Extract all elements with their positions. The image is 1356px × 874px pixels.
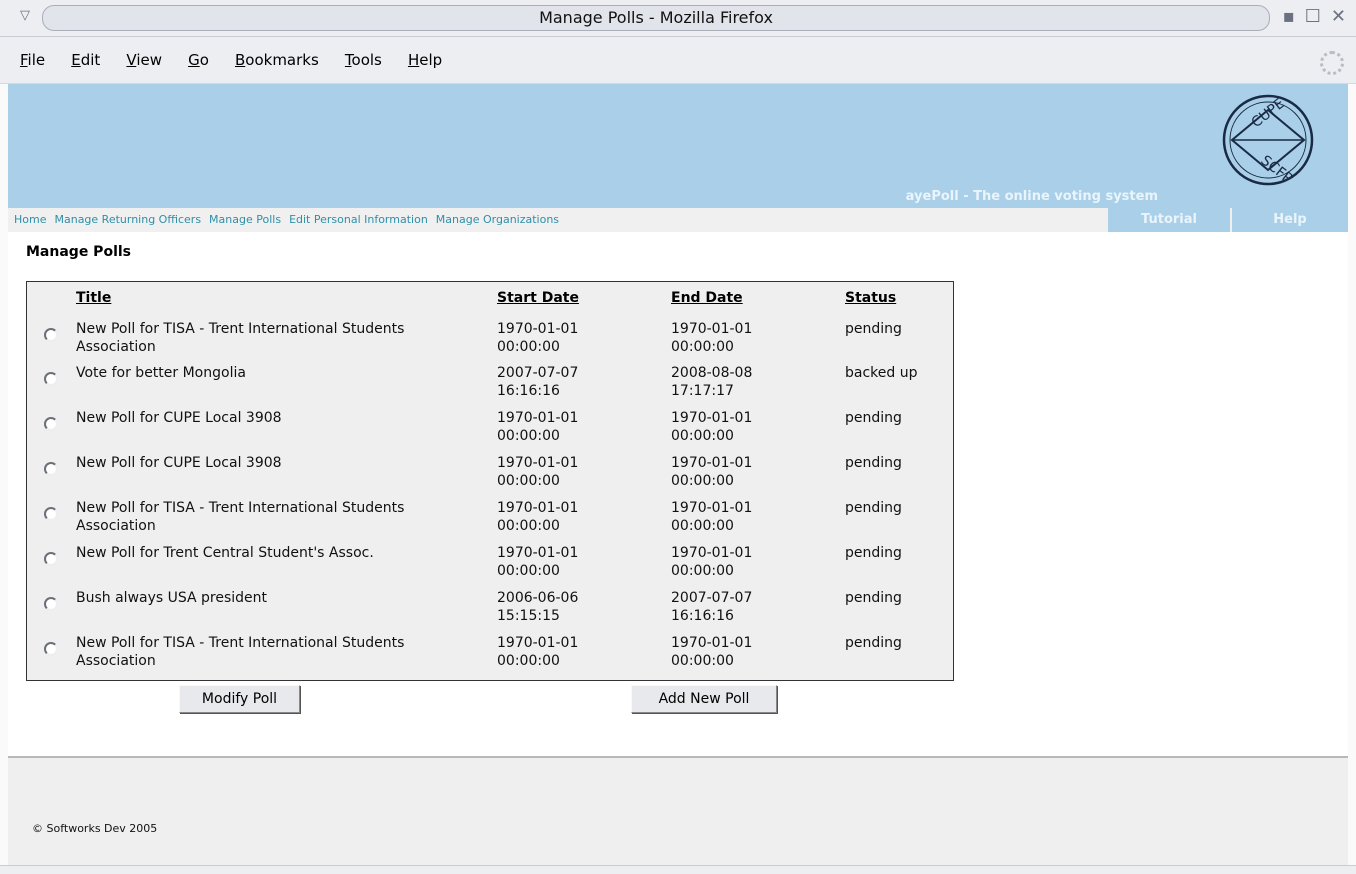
menu-bookmarks[interactable]: Bookmarks: [235, 37, 319, 83]
throbber-icon: [1320, 51, 1344, 75]
menubar: File Edit View Go Bookmarks Tools Help: [0, 37, 1356, 84]
page-title: Manage Polls: [26, 244, 131, 260]
minimize-icon[interactable]: ▪: [1283, 6, 1299, 27]
window-border-right: [1348, 84, 1356, 865]
poll-start-date: 1970-01-01 00:00:00: [497, 635, 579, 669]
poll-title: Vote for better Mongolia: [76, 365, 246, 381]
poll-status: pending: [845, 500, 902, 516]
table-row[interactable]: New Poll for CUPE Local 3908 1970-01-01 0…: [27, 409, 953, 453]
poll-title: New Poll for TISA - Trent International …: [76, 635, 405, 669]
poll-start-date: 1970-01-01 00:00:00: [497, 545, 579, 579]
site-tagline: ayePoll - The online voting system: [905, 189, 1158, 204]
table-row[interactable]: Bush always USA president 2006-06-06 15:1…: [27, 589, 953, 633]
poll-radio[interactable]: [44, 552, 58, 566]
table-row[interactable]: New Poll for CUPE Local 3908 1970-01-01 0…: [27, 454, 953, 498]
table-row[interactable]: Vote for better Mongolia 2007-07-07 16:16…: [27, 364, 953, 408]
poll-title: New Poll for Trent Central Student's Ass…: [76, 545, 374, 561]
poll-radio[interactable]: [44, 642, 58, 656]
poll-end-date: 1970-01-01 00:00:00: [671, 410, 753, 444]
poll-radio[interactable]: [44, 417, 58, 431]
poll-status: pending: [845, 410, 902, 426]
poll-title: New Poll for TISA - Trent International …: [76, 321, 405, 355]
maximize-icon[interactable]: ☐: [1305, 6, 1325, 27]
poll-status: pending: [845, 635, 902, 651]
page-header: CUPE SCFP ayePoll - The online voting sy…: [8, 84, 1348, 208]
page-footer: © Softworks Dev 2005: [8, 758, 1348, 865]
column-header-start-date[interactable]: Start Date: [497, 290, 579, 306]
poll-radio[interactable]: [44, 597, 58, 611]
window-titlebar: ▽ Manage Polls - Mozilla Firefox ▪ ☐ ✕: [0, 0, 1356, 37]
poll-start-date: 1970-01-01 00:00:00: [497, 500, 579, 534]
window-controls: ▪ ☐ ✕: [1277, 6, 1350, 27]
menu-help[interactable]: Help: [408, 37, 442, 83]
poll-status: pending: [845, 321, 902, 337]
column-header-title[interactable]: Title: [76, 290, 111, 306]
polls-table: Title Start Date End Date Status New Pol…: [26, 281, 954, 681]
poll-status: pending: [845, 545, 902, 561]
poll-start-date: 2007-07-07 16:16:16: [497, 365, 579, 399]
add-new-poll-button[interactable]: Add New Poll: [631, 685, 777, 713]
window-title: Manage Polls - Mozilla Firefox: [42, 5, 1270, 31]
poll-status: backed up: [845, 365, 918, 381]
table-row[interactable]: New Poll for TISA - Trent International …: [27, 634, 953, 678]
copyright-text: © Softworks Dev 2005: [32, 822, 158, 835]
tab-tutorial[interactable]: Tutorial: [1108, 208, 1230, 232]
poll-start-date: 2006-06-06 15:15:15: [497, 590, 579, 624]
poll-start-date: 1970-01-01 00:00:00: [497, 455, 579, 489]
menu-view[interactable]: View: [126, 37, 162, 83]
site-navbar: Home Manage Returning Officers Manage Poll…: [8, 208, 1348, 232]
menu-file[interactable]: File: [20, 37, 45, 83]
poll-status: pending: [845, 590, 902, 606]
menu-tools[interactable]: Tools: [345, 37, 382, 83]
nav-edit-personal-information[interactable]: Edit Personal Information: [289, 208, 428, 232]
poll-end-date: 1970-01-01 00:00:00: [671, 635, 753, 669]
poll-radio[interactable]: [44, 328, 58, 342]
column-header-end-date[interactable]: End Date: [671, 290, 743, 306]
nav-home[interactable]: Home: [14, 208, 46, 232]
nav-manage-organizations[interactable]: Manage Organizations: [436, 208, 559, 232]
poll-end-date: 2008-08-08 17:17:17: [671, 365, 753, 399]
poll-end-date: 1970-01-01 00:00:00: [671, 321, 753, 355]
tab-help[interactable]: Help: [1232, 208, 1348, 232]
poll-title: New Poll for CUPE Local 3908: [76, 410, 282, 426]
poll-title: Bush always USA president: [76, 590, 268, 606]
close-icon[interactable]: ✕: [1331, 6, 1350, 27]
nav-manage-returning-officers[interactable]: Manage Returning Officers: [54, 208, 201, 232]
table-row[interactable]: New Poll for TISA - Trent International …: [27, 499, 953, 543]
poll-title: New Poll for TISA - Trent International …: [76, 500, 405, 534]
menu-edit[interactable]: Edit: [71, 37, 100, 83]
cupe-logo: CUPE SCFP: [1222, 94, 1314, 186]
poll-radio[interactable]: [44, 507, 58, 521]
poll-start-date: 1970-01-01 00:00:00: [497, 410, 579, 444]
poll-end-date: 1970-01-01 00:00:00: [671, 455, 753, 489]
poll-start-date: 1970-01-01 00:00:00: [497, 321, 579, 355]
column-header-status[interactable]: Status: [845, 290, 896, 306]
poll-end-date: 1970-01-01 00:00:00: [671, 500, 753, 534]
poll-radio[interactable]: [44, 372, 58, 386]
nav-manage-polls[interactable]: Manage Polls: [209, 208, 281, 232]
poll-radio[interactable]: [44, 462, 58, 476]
window-menu-icon[interactable]: ▽: [20, 8, 30, 23]
table-row[interactable]: New Poll for Trent Central Student's Ass…: [27, 544, 953, 588]
modify-poll-button[interactable]: Modify Poll: [179, 685, 300, 713]
poll-title: New Poll for CUPE Local 3908: [76, 455, 282, 471]
poll-end-date: 2007-07-07 16:16:16: [671, 590, 753, 624]
menu-go[interactable]: Go: [188, 37, 209, 83]
window-border-left: [0, 84, 8, 865]
table-header: Title Start Date End Date Status: [27, 290, 953, 310]
poll-end-date: 1970-01-01 00:00:00: [671, 545, 753, 579]
poll-status: pending: [845, 455, 902, 471]
table-row[interactable]: New Poll for TISA - Trent International …: [27, 320, 953, 364]
